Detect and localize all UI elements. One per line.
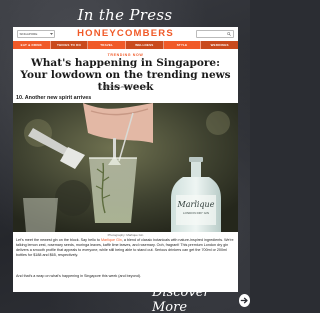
nav-item-style[interactable]: STYLE bbox=[164, 41, 202, 49]
page-title: In the Press bbox=[77, 6, 173, 24]
search-input[interactable] bbox=[196, 29, 234, 38]
main-nav: EAT & DRINK THINGS TO DO TRAVEL WELLNESS… bbox=[13, 41, 238, 49]
nav-item-wellness[interactable]: WELLNESS bbox=[126, 41, 164, 49]
article-photo: Marlique LONDON DRY GIN bbox=[13, 103, 238, 232]
gin-cocktail-illustration: Marlique LONDON DRY GIN bbox=[13, 103, 238, 232]
article-body: Let's meet the newest gin on the block. … bbox=[16, 238, 235, 258]
article-wrap-up: And that's a wrap on what's happening in… bbox=[16, 274, 142, 278]
photo-caption: Photography: Marlique Gin bbox=[107, 233, 144, 237]
arrow-right-icon bbox=[238, 293, 250, 307]
nav-item-eat-drink[interactable]: EAT & DRINK bbox=[13, 41, 51, 49]
site-logo[interactable]: HONEYCOMBERS bbox=[55, 28, 196, 39]
discover-more-label: Discover More bbox=[152, 285, 210, 313]
bottle-sub-label: LONDON DRY GIN bbox=[183, 211, 209, 215]
article-screenshot-card: SINGAPORE HONEYCOMBERS EAT & DRINK THING… bbox=[13, 27, 238, 292]
location-select[interactable]: SINGAPORE bbox=[17, 29, 55, 38]
marlique-gin-link[interactable]: Marlique Gin bbox=[101, 238, 122, 242]
body-text-pre: Let's meet the newest gin on the block. … bbox=[16, 238, 101, 242]
search-icon bbox=[227, 31, 231, 36]
nav-item-weddings[interactable]: WEDDINGS bbox=[201, 41, 238, 49]
location-select-label: SINGAPORE bbox=[19, 31, 38, 36]
nav-item-travel[interactable]: TRAVEL bbox=[88, 41, 127, 49]
article-byline: By Bonita Lee • 02 Oct 2026 bbox=[102, 85, 149, 89]
site-header: SINGAPORE HONEYCOMBERS bbox=[13, 27, 238, 40]
bottle-brand: Marlique bbox=[177, 200, 215, 209]
section-heading: 10. Another new spirit arrives bbox=[16, 95, 92, 101]
chevron-down-icon bbox=[49, 32, 53, 35]
discover-more-button[interactable]: Discover More bbox=[152, 285, 250, 313]
nav-item-things-to-do[interactable]: THINGS TO DO bbox=[50, 41, 89, 49]
